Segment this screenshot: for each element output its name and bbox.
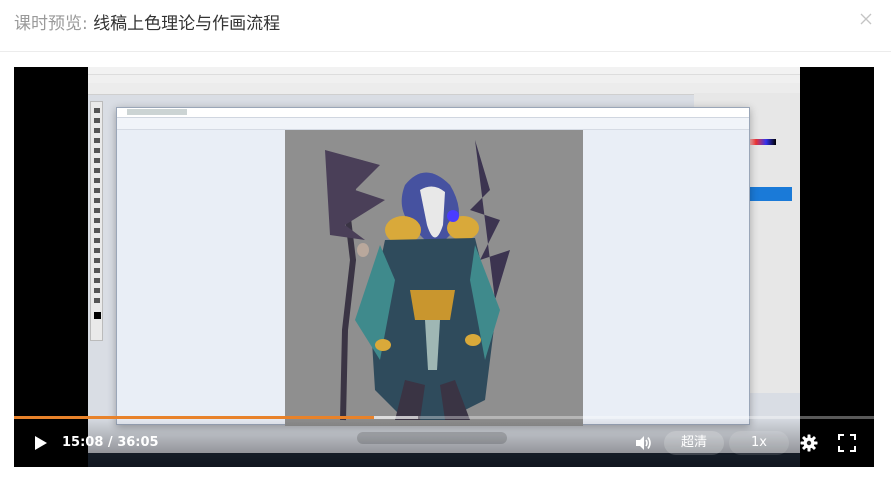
viewer-titlebar bbox=[117, 108, 749, 118]
ps-layer-selected bbox=[748, 187, 792, 201]
lesson-preview-title: 课时预览: 线稿上色理论与作画流程 bbox=[14, 12, 280, 36]
character-illustration bbox=[285, 130, 583, 426]
play-icon[interactable] bbox=[34, 435, 48, 451]
gear-icon[interactable] bbox=[800, 434, 818, 452]
quality-button[interactable]: 超清 bbox=[664, 431, 724, 455]
video-player[interactable]: 15:08 / 36:05 超清 1x bbox=[14, 67, 874, 467]
playback-speed-button[interactable]: 1x bbox=[729, 431, 789, 455]
progress-played bbox=[14, 416, 375, 419]
video-frame[interactable] bbox=[88, 67, 800, 467]
ps-titlebar bbox=[88, 67, 800, 75]
time-separator: / bbox=[103, 435, 118, 450]
current-time: 15:08 bbox=[62, 435, 104, 450]
ps-menubar bbox=[88, 75, 800, 83]
progress-bar[interactable] bbox=[14, 416, 874, 419]
title-text: 线稿上色理论与作画流程 bbox=[93, 14, 281, 34]
viewer-toolbar bbox=[117, 118, 749, 130]
time-display: 15:08 / 36:05 bbox=[62, 434, 159, 452]
fullscreen-icon[interactable] bbox=[838, 434, 856, 452]
modal-header: 课时预览: 线稿上色理论与作画流程 bbox=[0, 0, 891, 52]
close-icon[interactable] bbox=[859, 12, 873, 26]
ps-color-swatch bbox=[746, 139, 776, 145]
ps-toolbox bbox=[90, 101, 103, 341]
image-viewer-window bbox=[116, 107, 750, 444]
character-artwork bbox=[325, 140, 510, 421]
duration: 36:05 bbox=[117, 435, 159, 450]
title-prefix: 课时预览: bbox=[14, 14, 94, 34]
volume-icon[interactable] bbox=[634, 434, 652, 452]
